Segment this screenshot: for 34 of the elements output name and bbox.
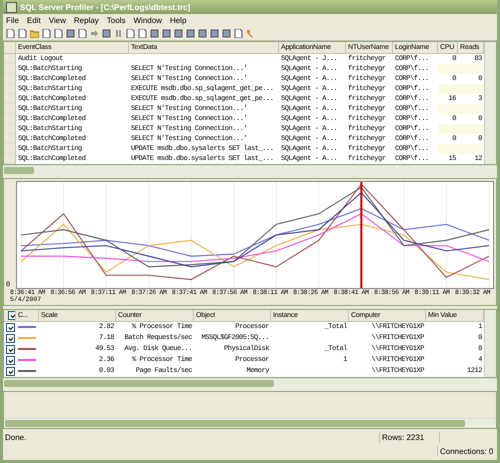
square-icon[interactable] <box>186 28 195 38</box>
window-title: SQL Server Profiler - [C:\PerfLogs\dbtest.trc] <box>20 2 190 12</box>
checkbox[interactable] <box>6 334 15 343</box>
connection-count: Connections: 0 <box>437 446 497 456</box>
checkbox[interactable] <box>6 323 15 332</box>
square-icon[interactable] <box>66 28 75 38</box>
row-count: Rows: 2231 <box>379 432 439 442</box>
menu-item[interactable]: Window <box>133 16 162 24</box>
square-icon[interactable] <box>102 28 111 38</box>
horizontal-scrollbar[interactable] <box>3 165 497 175</box>
square-icon[interactable] <box>210 28 219 38</box>
menu-item[interactable]: Replay <box>74 16 99 24</box>
square-icon[interactable] <box>162 28 171 38</box>
square-icon[interactable] <box>174 28 183 38</box>
folder-icon[interactable] <box>30 28 39 38</box>
document-icon[interactable] <box>78 28 87 38</box>
menu-item[interactable]: Edit <box>26 16 41 24</box>
vertical-scrollbar[interactable] <box>484 42 496 164</box>
square-icon[interactable] <box>222 28 231 38</box>
vertical-scrollbar[interactable] <box>484 310 496 377</box>
menu-item[interactable]: File <box>6 16 19 24</box>
menu-item[interactable]: Help <box>170 16 186 24</box>
menu-item[interactable]: View <box>48 16 66 24</box>
select-all-checkbox[interactable] <box>8 311 15 320</box>
app-icon <box>6 2 17 12</box>
checkbox[interactable] <box>6 356 15 365</box>
document-icon[interactable] <box>234 28 243 38</box>
checkbox[interactable] <box>6 367 15 376</box>
menu-item[interactable]: Tools <box>106 16 126 24</box>
square-icon[interactable] <box>198 28 207 38</box>
horizontal-scrollbar[interactable] <box>3 378 497 388</box>
checkbox[interactable] <box>6 345 15 354</box>
status-text: Done. <box>4 432 28 442</box>
square-icon[interactable] <box>150 28 159 38</box>
